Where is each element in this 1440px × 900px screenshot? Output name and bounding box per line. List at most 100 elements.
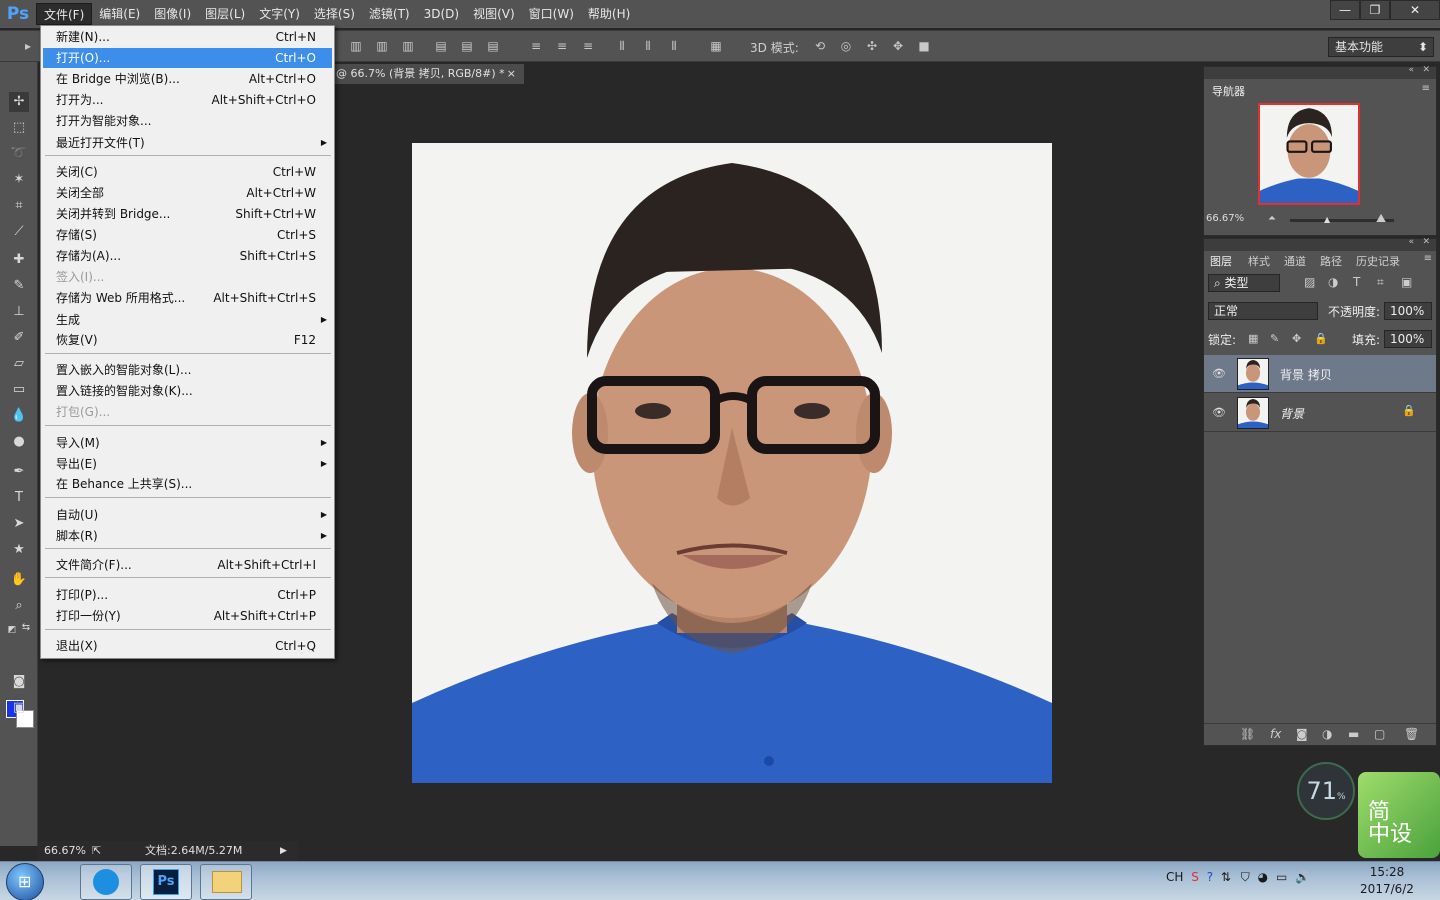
network-icon[interactable]: ⇅ [1221,870,1231,884]
menu-item-place-embedded[interactable]: 置入嵌入的智能对象(L)... [43,360,332,380]
distribute-hcenter-icon[interactable]: ⫴ [640,39,656,53]
status-zoom[interactable]: 66.67% [44,841,86,861]
document-canvas[interactable] [412,143,1052,783]
menu-item-close-go-bridge[interactable]: 关闭并转到 Bridge... Shift+Ctrl+W [43,204,332,224]
delete-layer-icon[interactable]: 🗑 [1404,727,1419,741]
restore-button[interactable]: ❐ [1360,0,1390,20]
menu-window[interactable]: 窗口(W) [522,3,581,25]
tab-navigator[interactable]: 导航器 [1212,83,1245,99]
menu-item-share-behance[interactable]: 在 Behance 上共享(S)... [43,474,332,494]
zoom-in-icon[interactable]: ⛰ [1376,211,1386,226]
layer-name[interactable]: 背景 拷贝 [1280,366,1332,383]
menu-item-scripts[interactable]: 脚本(R) ▶ [43,526,332,546]
tab-styles[interactable]: 样式 [1248,253,1270,269]
menu-3d[interactable]: 3D(D) [417,3,466,25]
align-vcenter-icon[interactable]: ▥ [374,39,390,53]
move-tool-icon[interactable]: ✢ [9,92,29,112]
distribute-vcenter-icon[interactable]: ≡ [554,39,570,53]
menu-item-open-as[interactable]: 打开为... Alt+Shift+Ctrl+O [43,90,332,110]
speed-widget[interactable]: 71% [1297,762,1355,820]
panel-header[interactable]: «✕ [1204,237,1436,251]
quick-mask-icon[interactable]: ◙ [9,672,29,692]
adjustment-layer-icon[interactable]: ◑ [1322,727,1332,741]
align-bottom-icon[interactable]: ▥ [400,39,416,53]
menu-item-new[interactable]: 新建(N)... Ctrl+N [43,27,332,47]
menu-item-close[interactable]: 关闭(C) Ctrl+W [43,162,332,182]
filter-type-icon[interactable]: T [1353,275,1360,289]
distribute-top-icon[interactable]: ≡ [528,39,544,53]
crop-tool-icon[interactable]: ⌗ [9,196,29,216]
menu-item-automate[interactable]: 自动(U) ▶ [43,505,332,525]
menu-item-save[interactable]: 存储(S) Ctrl+S [43,225,332,245]
3d-roll-icon[interactable]: ◎ [838,39,854,53]
menu-item-browse-bridge[interactable]: 在 Bridge 中浏览(B)... Alt+Ctrl+O [43,69,332,89]
lock-transparent-icon[interactable]: ▦ [1248,332,1258,345]
document-tab[interactable]: @ 66.7% (背景 拷贝, RGB/8#) * × [334,64,524,84]
menu-item-export[interactable]: 导出(E) ▶ [43,454,332,474]
start-button[interactable]: ⊞ [6,863,44,900]
navigator-zoom-value[interactable]: 66.67% [1204,213,1244,224]
opacity-field[interactable]: 100% [1384,302,1432,320]
clone-stamp-tool-icon[interactable]: ⊥ [9,302,29,322]
tab-layers[interactable]: 图层 [1210,253,1232,269]
taskbar-photoshop[interactable]: Ps [140,864,192,900]
monitor-icon[interactable]: ▭ [1276,870,1287,884]
3d-rotate-icon[interactable]: ⟲ [812,39,828,53]
visibility-eye-icon[interactable]: 👁 [1212,406,1226,419]
tab-history[interactable]: 历史记录 [1356,253,1400,269]
menu-edit[interactable]: 编辑(E) [92,3,147,25]
close-tab-icon[interactable]: × [507,64,516,84]
swap-colors-icon[interactable]: ⇆ [16,618,36,638]
3d-scale-icon[interactable]: ■ [916,39,932,53]
3d-slide-icon[interactable]: ✥ [890,39,906,53]
collapse-icon[interactable]: « [1408,65,1414,75]
taskbar-clock[interactable]: 15:28 2017/6/2 [1352,864,1422,898]
panel-header[interactable]: «✕ [1204,65,1436,79]
layer-name[interactable]: 背景 [1280,405,1304,422]
panel-menu-icon[interactable]: ≡ [1422,83,1430,94]
workspace-select[interactable]: 基本功能 ⬍ [1328,37,1434,57]
new-group-icon[interactable]: ▬ [1348,727,1359,741]
menu-image[interactable]: 图像(I) [147,3,198,25]
link-layers-icon[interactable]: ⛓ [1240,727,1255,741]
brush-tool-icon[interactable]: ✎ [9,276,29,296]
move-tool-preset-icon[interactable]: ▸ [20,39,36,53]
history-brush-tool-icon[interactable]: ✐ [9,328,29,348]
add-layer-style-icon[interactable]: fx [1270,727,1281,741]
align-right-icon[interactable]: ▤ [485,39,501,53]
healing-brush-tool-icon[interactable]: ✚ [9,250,29,270]
language-indicator[interactable]: CH [1166,870,1183,884]
filter-pixel-icon[interactable]: ▨ [1304,275,1315,289]
distribute-right-icon[interactable]: ⫴ [666,39,682,53]
menu-item-import[interactable]: 导入(M) ▶ [43,433,332,453]
menu-item-open[interactable]: 打开(O)... Ctrl+O [43,48,332,68]
magic-wand-tool-icon[interactable]: ✶ [9,170,29,190]
eraser-tool-icon[interactable]: ▱ [9,354,29,374]
new-layer-icon[interactable]: ▢ [1374,727,1385,741]
volume-icon[interactable]: 🔊 [1295,870,1310,884]
blend-mode-select[interactable]: 正常 [1208,302,1318,320]
path-selection-tool-icon[interactable]: ➤ [9,514,29,534]
menu-item-save-as[interactable]: 存储为(A)... Shift+Ctrl+S [43,246,332,266]
distribute-left-icon[interactable]: ⫴ [614,39,630,53]
menu-item-revert[interactable]: 恢复(V) F12 [43,330,332,350]
blur-tool-icon[interactable]: 💧 [9,406,29,426]
menu-item-generate[interactable]: 生成 ▶ [43,310,332,330]
close-icon[interactable]: ✕ [1422,65,1430,75]
help-icon[interactable]: ? [1207,870,1213,884]
fill-field[interactable]: 100% [1384,330,1432,348]
menu-file[interactable]: 文件(F) [36,3,93,25]
tab-channels[interactable]: 通道 [1284,253,1306,269]
sogou-ime-icon[interactable]: S [1191,870,1199,884]
menu-item-place-linked[interactable]: 置入链接的智能对象(K)... [43,381,332,401]
menu-item-print[interactable]: 打印(P)... Ctrl+P [43,585,332,605]
security-shield-icon[interactable]: ⛉ [1241,870,1250,884]
lock-all-icon[interactable]: 🔒 [1314,332,1328,345]
3d-pan-icon[interactable]: ✣ [864,39,880,53]
zoom-tool-icon[interactable]: ⌕ [9,596,29,616]
menu-item-recent-files[interactable]: 最近打开文件(T) ▶ [43,133,332,153]
align-hcenter-icon[interactable]: ▤ [459,39,475,53]
lock-position-icon[interactable]: ✥ [1292,332,1301,345]
jianzhong-widget[interactable]: 简 中设 [1358,772,1440,858]
zoom-out-icon[interactable]: ⏶ [1268,213,1276,224]
